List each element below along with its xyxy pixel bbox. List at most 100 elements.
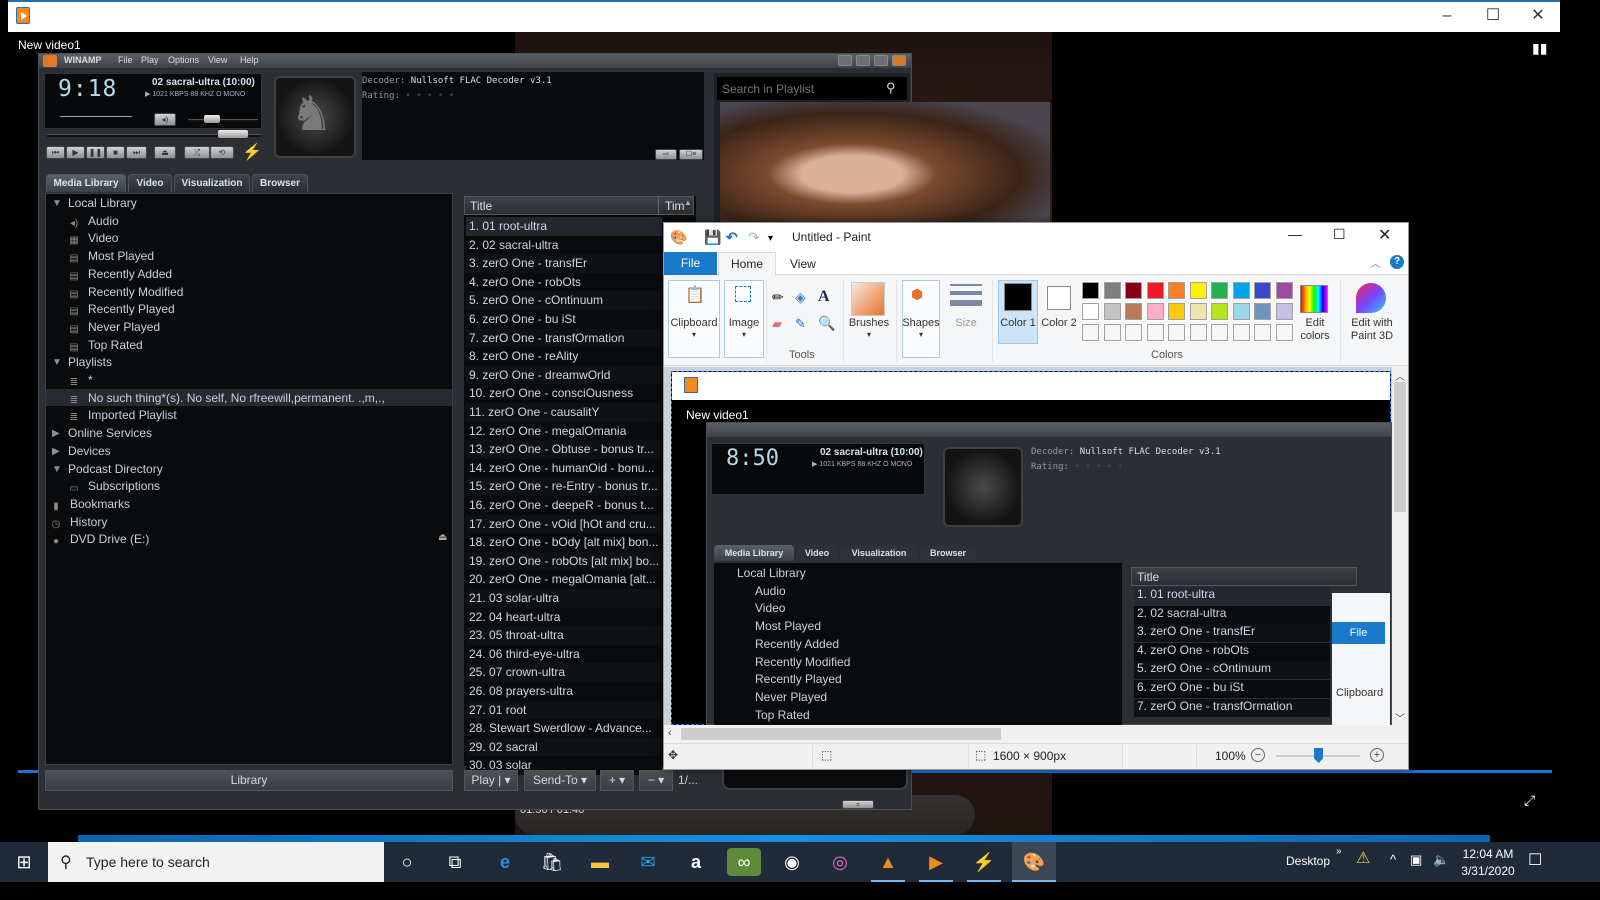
expand-icon[interactable]: ⤢: [1524, 792, 1535, 809]
playlist-row[interactable]: 7. zerO One - transfOrmation: [466, 328, 662, 348]
search-icon[interactable]: ⚲: [886, 80, 896, 96]
repeat-button[interactable]: ⟲: [210, 146, 234, 159]
tree-item[interactable]: ≣ No such thing*(s). No self, No rfreewil…: [68, 391, 385, 407]
playlist-row[interactable]: 17. zerO One - vOid [hOt and cru...: [466, 514, 662, 534]
winamp-menu-file[interactable]: File: [118, 55, 133, 65]
minimize-button[interactable]: –: [1424, 4, 1470, 28]
playlist-row[interactable]: 27. 01 root: [466, 700, 662, 720]
file-explorer-icon[interactable]: ▬: [583, 848, 617, 876]
scroll-up-icon[interactable]: ︿: [1395, 368, 1405, 383]
save-icon[interactable]: 💾: [704, 229, 721, 246]
play-button[interactable]: ▶: [66, 146, 85, 159]
palette-swatch[interactable]: [1167, 302, 1186, 321]
zoom-in-button[interactable]: +: [1370, 748, 1384, 762]
column-title[interactable]: Title: [470, 199, 492, 213]
tree-item[interactable]: ▭ Subscriptions: [68, 479, 160, 495]
playlist-row[interactable]: 3. zerO One - transfEr: [466, 254, 662, 273]
tree-item[interactable]: ▤ Recently Played: [68, 302, 174, 318]
winamp-menu-options[interactable]: Options: [168, 55, 199, 65]
scroll-left-icon[interactable]: ‹: [668, 727, 672, 739]
playlist-row[interactable]: 21. 03 solar-ultra: [466, 589, 662, 608]
collapse-ribbon-icon[interactable]: ︿: [1370, 255, 1381, 271]
action-center-icon[interactable]: ☐: [1528, 850, 1542, 870]
playlist-row[interactable]: 13. zerO One - Obtuse - bonus tr...: [466, 440, 662, 459]
vlc-icon[interactable]: ▲: [871, 848, 905, 876]
toolbar-overflow-icon[interactable]: »: [1336, 846, 1342, 857]
tree-item[interactable]: Local Library: [68, 196, 137, 210]
toggle-info-button[interactable]: ☐≡: [679, 149, 703, 160]
tree-item[interactable]: Playlists: [68, 355, 112, 369]
clock-date[interactable]: 3/31/2020: [1458, 864, 1518, 878]
winamp-close-button[interactable]: [892, 55, 906, 66]
paint-taskbar-icon[interactable]: 🎨: [1012, 842, 1056, 882]
palette-swatch[interactable]: [1102, 302, 1122, 321]
palette-swatch[interactable]: [1188, 281, 1208, 300]
tab-browser[interactable]: Browser: [252, 174, 308, 192]
playlist-row[interactable]: 11. zerO One - causalitY: [466, 403, 662, 422]
palette-swatch[interactable]: [1081, 323, 1100, 342]
winamp-logo-icon[interactable]: [43, 55, 57, 67]
palette-swatch[interactable]: [1231, 302, 1251, 321]
playlist-search-input[interactable]: [717, 77, 907, 100]
close-button[interactable]: ✕: [1515, 4, 1561, 28]
expand-arrow-icon[interactable]: ▼: [52, 198, 62, 209]
palette-swatch[interactable]: [1167, 281, 1186, 300]
tree-item[interactable]: Podcast Directory: [68, 462, 163, 476]
playlist-row[interactable]: 12. zerO One - megalOmania: [466, 421, 662, 441]
volume-icon[interactable]: 🔈: [1433, 852, 1449, 868]
edit-paint3d-label[interactable]: Edit with Paint 3D: [1344, 317, 1400, 343]
tree-item[interactable]: ● DVD Drive (E:): [50, 532, 149, 548]
send-to-button[interactable]: Send-To ▾: [524, 770, 596, 791]
palette-swatch[interactable]: [1145, 323, 1165, 342]
start-button[interactable]: ⊞: [0, 842, 48, 882]
paint3d-icon[interactable]: [1356, 283, 1386, 313]
amazon-icon[interactable]: a: [679, 848, 713, 876]
palette-swatch[interactable]: [1210, 302, 1229, 321]
playlist-row[interactable]: 9. zerO One - dreamwOrld: [466, 365, 662, 385]
expand-arrow-icon[interactable]: ▶: [52, 446, 60, 457]
zoom-out-button[interactable]: −: [1251, 748, 1265, 762]
video-player-icon[interactable]: ▶: [919, 848, 953, 876]
palette-swatch[interactable]: [1274, 323, 1294, 342]
tree-item[interactable]: ▤ Top Rated: [68, 338, 142, 354]
palette-swatch[interactable]: [1081, 302, 1100, 321]
tree-item[interactable]: ▤ Most Played: [68, 249, 154, 265]
stop-button[interactable]: ■: [106, 146, 125, 159]
palette-swatch[interactable]: [1102, 323, 1122, 342]
clock-time[interactable]: 12:04 AM: [1460, 847, 1516, 861]
tree-item[interactable]: Online Services: [68, 426, 152, 440]
scroll-down-icon[interactable]: ﹀: [1395, 710, 1405, 725]
brushes-icon[interactable]: [851, 282, 885, 316]
shuffle-button[interactable]: ⤮: [184, 146, 210, 159]
tab-visualization[interactable]: Visualization: [174, 174, 250, 192]
tree-item[interactable]: ◷ History: [50, 515, 108, 531]
pin-icon[interactable]: ▮▮: [1532, 40, 1547, 57]
camera-app-icon[interactable]: ◎: [823, 848, 857, 876]
color2-label[interactable]: Color 2: [1040, 317, 1078, 330]
playlist-row[interactable]: 10. zerO One - consciOusness: [466, 384, 662, 403]
rating[interactable]: Rating: • • • • •: [362, 91, 454, 101]
task-view-icon[interactable]: ⧉: [438, 848, 472, 876]
palette-swatch[interactable]: [1253, 323, 1272, 342]
edit-colors-label[interactable]: Edit colors: [1294, 317, 1336, 343]
cortana-icon[interactable]: ○: [390, 848, 424, 876]
palette-swatch[interactable]: [1188, 302, 1208, 321]
palette-swatch[interactable]: [1231, 323, 1251, 342]
color2-swatch[interactable]: [1047, 286, 1071, 310]
playlist-row[interactable]: 29. 02 sacral: [466, 737, 662, 757]
palette-swatch[interactable]: [1124, 281, 1143, 300]
playlist-row[interactable]: 5. zerO One - cOntinuum: [466, 291, 662, 310]
add-button[interactable]: + ▾: [600, 770, 634, 791]
playlist-play-button[interactable]: Play | ▾: [464, 770, 518, 791]
color-picker-icon[interactable]: ✎: [795, 316, 806, 332]
eject-disc-icon[interactable]: ⏏: [438, 532, 447, 543]
playlist-row[interactable]: 4. zerO One - robOts: [466, 272, 662, 292]
eraser-icon[interactable]: ▰: [772, 316, 782, 332]
playlist-row[interactable]: 25. 07 crown-ultra: [466, 663, 662, 682]
desktop-toolbar[interactable]: Desktop: [1286, 854, 1330, 868]
winamp-menu-help[interactable]: Help: [240, 55, 259, 65]
paint-maximize-button[interactable]: ☐: [1333, 226, 1346, 243]
expand-arrow-icon[interactable]: ▼: [52, 464, 62, 475]
playlist-row[interactable]: 19. zerO One - robOts [alt mix] bo...: [466, 551, 662, 571]
playlist-row[interactable]: 16. zerO One - deepeR - bonus t...: [466, 496, 662, 515]
